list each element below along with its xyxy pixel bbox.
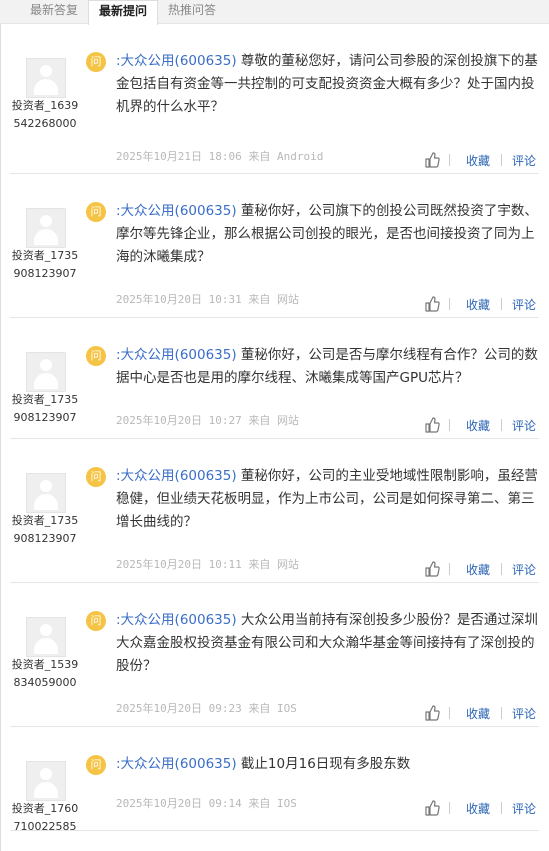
question-meta: 2025年10月20日 10:11 来自 网站 <box>116 558 299 571</box>
thumbs-up-icon[interactable] <box>424 800 440 816</box>
list-item: 投资者_1639 542268000 问 :大众公用(600635) 尊敬的董秘… <box>0 24 549 174</box>
avatar[interactable] <box>26 58 66 98</box>
tab-bar: 最新答复 最新提问 热推问答 <box>0 0 549 25</box>
collect-button[interactable]: 收藏 <box>466 296 490 313</box>
user-id[interactable]: 542268000 <box>2 115 88 133</box>
comment-button[interactable]: 评论 <box>512 296 536 313</box>
company-link[interactable]: :大众公用(600635) <box>116 612 237 628</box>
user-id[interactable]: 908123907 <box>2 530 88 548</box>
comment-button[interactable]: 评论 <box>512 152 536 169</box>
user-id[interactable]: 908123907 <box>2 265 88 283</box>
user-name[interactable]: 投资者_1735 <box>2 512 88 530</box>
user-name[interactable]: 投资者_1639 <box>2 97 88 115</box>
question-meta: 2025年10月20日 10:27 来自 网站 <box>116 414 299 427</box>
thumbs-up-icon[interactable] <box>424 152 440 168</box>
question-actions: 收藏 评论 <box>416 417 536 435</box>
question-list: 投资者_1639 542268000 问 :大众公用(600635) 尊敬的董秘… <box>0 24 549 833</box>
user-id[interactable]: 834059000 <box>2 674 88 692</box>
list-item: 投资者_1735 908123907 问 :大众公用(600635) 董秘你好，… <box>0 318 549 439</box>
collect-button[interactable]: 收藏 <box>466 561 490 578</box>
question-actions: 收藏 评论 <box>416 296 536 314</box>
question-text: :大众公用(600635) 尊敬的董秘您好，请问公司参股的深创投旗下的基金包括自… <box>116 50 540 119</box>
thumbs-up-icon[interactable] <box>424 705 440 721</box>
tab-latest-questions[interactable]: 最新提问 <box>88 0 158 25</box>
user-id[interactable]: 908123907 <box>2 409 88 427</box>
question-text: :大众公用(600635) 董秘你好，公司的主业受地域性限制影响，虽经营稳健，但… <box>116 465 540 534</box>
company-link[interactable]: :大众公用(600635) <box>116 347 237 363</box>
tab-latest-replies[interactable]: 最新答复 <box>22 0 86 24</box>
question-icon: 问 <box>86 755 106 775</box>
question-actions: 收藏 评论 <box>416 800 536 818</box>
collect-button[interactable]: 收藏 <box>466 705 490 722</box>
company-link[interactable]: :大众公用(600635) <box>116 468 237 484</box>
question-icon: 问 <box>86 467 106 487</box>
question-actions: 收藏 评论 <box>416 152 536 170</box>
question-text: :大众公用(600635) 董秘你好，公司旗下的创投公司既然投资了宇数、摩尔等先… <box>116 200 540 269</box>
collect-button[interactable]: 收藏 <box>466 800 490 817</box>
question-meta: 2025年10月20日 09:14 来自 IOS <box>116 797 297 810</box>
question-text: :大众公用(600635) 董秘你好，公司是否与摩尔线程有合作？公司的数据中心是… <box>116 344 540 390</box>
user-name[interactable]: 投资者_1539 <box>2 656 88 674</box>
question-actions: 收藏 评论 <box>416 705 536 723</box>
question-icon: 问 <box>86 611 106 631</box>
question-actions: 收藏 评论 <box>416 561 536 579</box>
user-name[interactable]: 投资者_1735 <box>2 391 88 409</box>
question-icon: 问 <box>86 202 106 222</box>
question-meta: 2025年10月20日 09:23 来自 IOS <box>116 702 297 715</box>
list-item: 投资者_1760 710022585 问 :大众公用(600635) 截止10月… <box>0 727 549 833</box>
question-body: 截止10月16日现有多股东数 <box>240 756 411 772</box>
avatar[interactable] <box>26 473 66 513</box>
question-icon: 问 <box>86 52 106 72</box>
thumbs-up-icon[interactable] <box>424 561 440 577</box>
user-id[interactable]: 710022585 <box>2 818 88 836</box>
user-name[interactable]: 投资者_1735 <box>2 247 88 265</box>
collect-button[interactable]: 收藏 <box>466 152 490 169</box>
collect-button[interactable]: 收藏 <box>466 417 490 434</box>
avatar[interactable] <box>26 617 66 657</box>
question-text: :大众公用(600635) 大众公用当前持有深创投多少股份？是否通过深圳大众嘉金… <box>116 609 540 678</box>
thumbs-up-icon[interactable] <box>424 296 440 312</box>
question-text: :大众公用(600635) 截止10月16日现有多股东数 <box>116 753 540 776</box>
comment-button[interactable]: 评论 <box>512 417 536 434</box>
comment-button[interactable]: 评论 <box>512 800 536 817</box>
comment-button[interactable]: 评论 <box>512 705 536 722</box>
list-item: 投资者_1539 834059000 问 :大众公用(600635) 大众公用当… <box>0 583 549 727</box>
question-meta: 2025年10月20日 10:31 来自 网站 <box>116 293 299 306</box>
company-link[interactable]: :大众公用(600635) <box>116 53 237 69</box>
company-link[interactable]: :大众公用(600635) <box>116 756 237 772</box>
list-item: 投资者_1735 908123907 问 :大众公用(600635) 董秘你好，… <box>0 174 549 318</box>
tab-hot-qa[interactable]: 热推问答 <box>160 0 224 24</box>
user-name[interactable]: 投资者_1760 <box>2 800 88 818</box>
avatar[interactable] <box>26 352 66 392</box>
divider <box>10 830 539 831</box>
thumbs-up-icon[interactable] <box>424 417 440 433</box>
question-icon: 问 <box>86 346 106 366</box>
avatar[interactable] <box>26 761 66 801</box>
company-link[interactable]: :大众公用(600635) <box>116 203 237 219</box>
comment-button[interactable]: 评论 <box>512 561 536 578</box>
question-meta: 2025年10月21日 18:06 来自 Android <box>116 150 324 163</box>
list-item: 投资者_1735 908123907 问 :大众公用(600635) 董秘你好，… <box>0 439 549 583</box>
avatar[interactable] <box>26 208 66 248</box>
